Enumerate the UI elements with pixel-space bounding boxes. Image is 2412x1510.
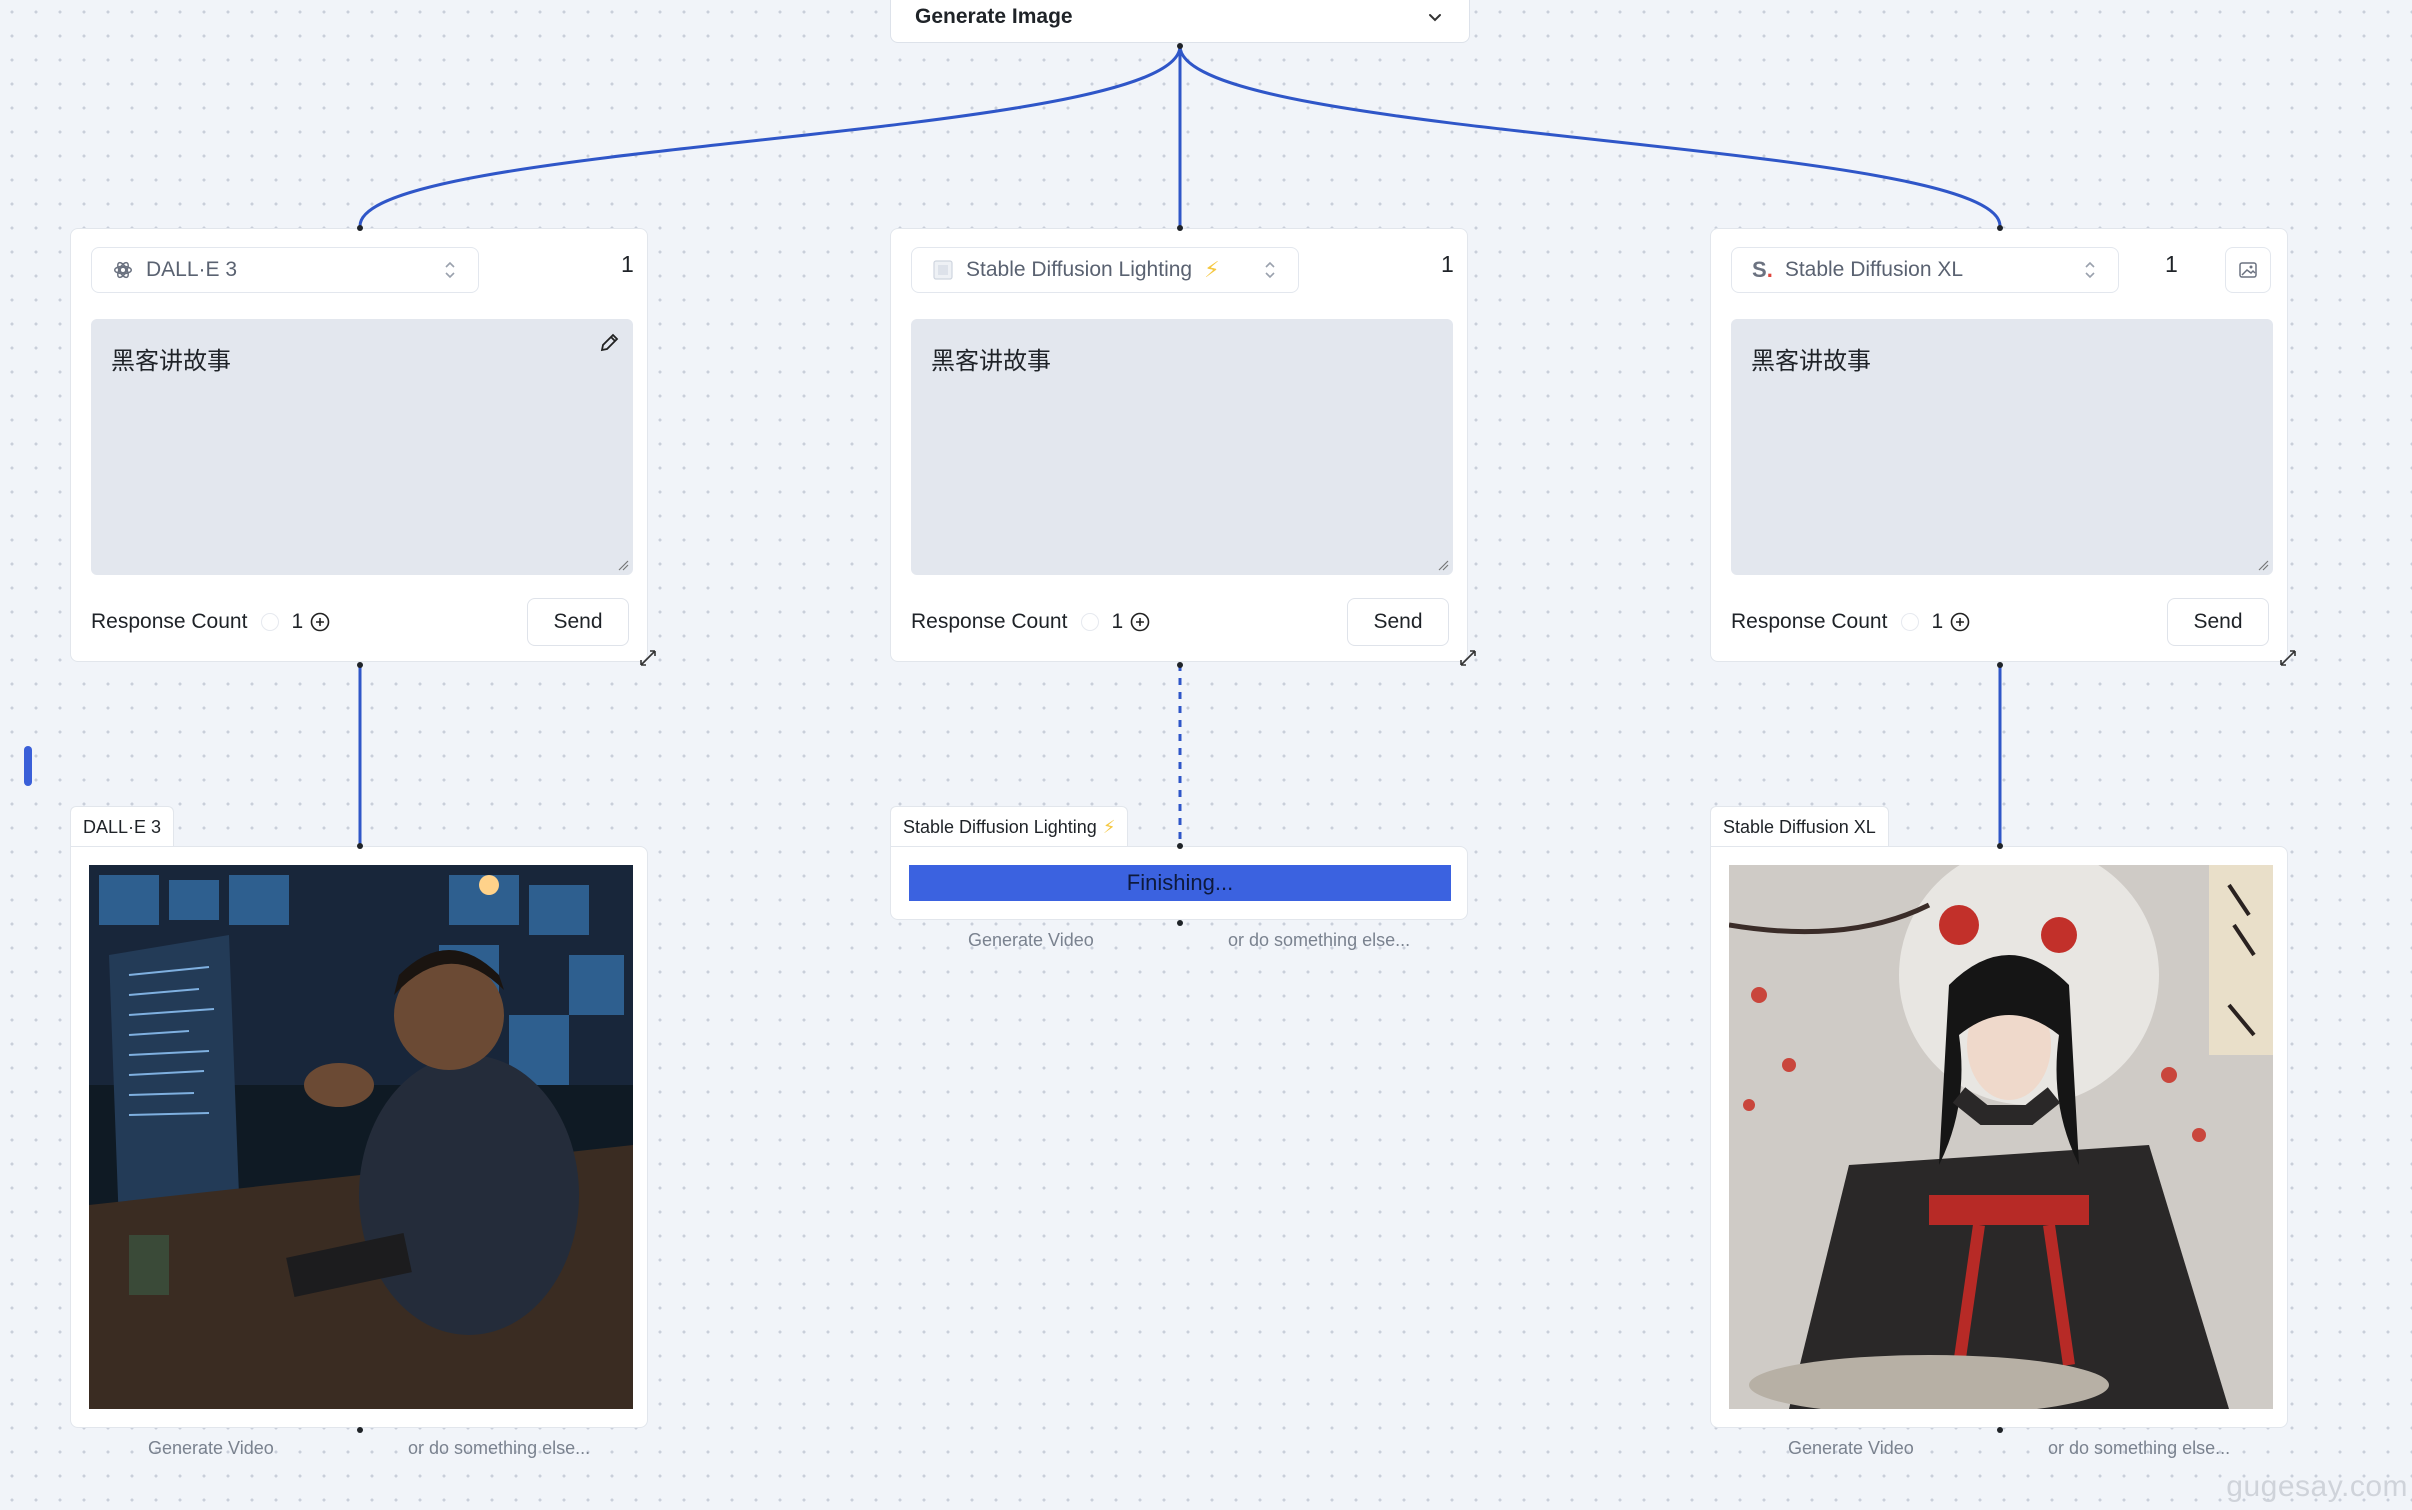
expand-icon[interactable]	[638, 648, 658, 668]
result-model-name: Stable Diffusion XL	[1723, 817, 1876, 837]
lightning-icon: ⚡	[1204, 257, 1220, 282]
stability-icon: S.	[1752, 257, 1773, 282]
response-count-value: 1	[1111, 610, 1124, 633]
generated-image[interactable]	[1729, 865, 2273, 1409]
progress-text: Finishing...	[1126, 870, 1234, 895]
image-placeholder-icon	[933, 260, 953, 280]
minus-toggle[interactable]	[1081, 613, 1100, 631]
plus-circle-icon[interactable]	[1129, 611, 1151, 633]
minus-toggle[interactable]	[261, 613, 280, 631]
result-card-sd-lighting: Finishing...	[890, 846, 1468, 920]
output-handle[interactable]	[357, 662, 363, 668]
input-handle[interactable]	[1177, 843, 1183, 849]
other-action-link[interactable]: or do something else...	[2048, 1438, 2230, 1459]
model-card-dalle: DALL·E 3 1 黑客讲故事 Response Count 1 Send	[70, 228, 648, 662]
generate-video-link[interactable]: Generate Video	[968, 930, 1094, 951]
generate-image-node[interactable]: Generate Image	[890, 0, 1470, 43]
other-action-link[interactable]: or do something else...	[1228, 930, 1410, 951]
generated-image[interactable]	[89, 865, 633, 1409]
plus-circle-icon[interactable]	[1949, 611, 1971, 633]
response-count-label: Response Count	[911, 610, 1068, 633]
output-handle[interactable]	[357, 1427, 363, 1433]
generate-video-link[interactable]: Generate Video	[148, 1438, 274, 1459]
prompt-textarea[interactable]: 黑客讲故事	[91, 319, 633, 575]
send-button[interactable]: Send	[1347, 598, 1449, 646]
prompt-textarea[interactable]: 黑客讲故事	[911, 319, 1453, 575]
model-card-sdxl: S. Stable Diffusion XL 1 黑客讲故事 Response …	[1710, 228, 2288, 662]
send-button[interactable]: Send	[2167, 598, 2269, 646]
resize-grip-icon[interactable]	[617, 559, 629, 571]
input-handle[interactable]	[357, 843, 363, 849]
chevron-updown-icon	[445, 261, 455, 279]
model-select[interactable]: Stable Diffusion Lighting ⚡	[911, 247, 1299, 293]
output-handle[interactable]	[1177, 43, 1183, 49]
plus-circle-icon[interactable]	[309, 611, 331, 633]
progress-bar: Finishing...	[909, 865, 1451, 901]
output-handle[interactable]	[1997, 662, 2003, 668]
input-handle[interactable]	[1177, 225, 1183, 231]
result-card-dalle	[70, 846, 648, 1428]
response-count-row: Response Count 1 Send	[911, 597, 1449, 647]
input-handle[interactable]	[1997, 225, 2003, 231]
response-count-label: Response Count	[91, 610, 248, 633]
generate-video-link[interactable]: Generate Video	[1788, 1438, 1914, 1459]
response-count-value: 1	[291, 610, 304, 633]
chevron-updown-icon	[2085, 261, 2095, 279]
sidebar-toggle-handle[interactable]	[24, 746, 32, 786]
prompt-textarea[interactable]: 黑客讲故事	[1731, 319, 2273, 575]
lightning-icon: ⚡	[1102, 817, 1116, 837]
node-title: Generate Image	[915, 4, 1073, 28]
chevron-down-icon[interactable]	[1425, 7, 1445, 27]
prompt-text: 黑客讲故事	[931, 347, 1051, 375]
image-icon	[2239, 262, 2257, 278]
model-name: Stable Diffusion Lighting	[966, 258, 1193, 281]
resize-grip-icon[interactable]	[1437, 559, 1449, 571]
other-action-link[interactable]: or do something else...	[408, 1438, 590, 1459]
result-tab-label: Stable Diffusion XL	[1710, 806, 1889, 848]
model-card-sd-lighting: Stable Diffusion Lighting ⚡ 1 黑客讲故事 Resp…	[890, 228, 1468, 662]
input-handle[interactable]	[1997, 843, 2003, 849]
prompt-text: 黑客讲故事	[111, 347, 231, 375]
model-select[interactable]: DALL·E 3	[91, 247, 479, 293]
chevron-updown-icon	[1265, 261, 1275, 279]
input-handle[interactable]	[357, 225, 363, 231]
openai-icon	[114, 261, 132, 279]
image-count[interactable]: 1	[1441, 251, 1454, 278]
output-handle[interactable]	[1177, 920, 1183, 926]
output-handle[interactable]	[1177, 662, 1183, 668]
response-count-value: 1	[1931, 610, 1944, 633]
model-select[interactable]: S. Stable Diffusion XL	[1731, 247, 2119, 293]
response-count-label: Response Count	[1731, 610, 1888, 633]
watermark: gugesay.com	[2226, 1470, 2408, 1503]
expand-icon[interactable]	[1458, 648, 1478, 668]
expand-icon[interactable]	[2278, 648, 2298, 668]
image-count[interactable]: 1	[621, 251, 634, 278]
result-model-name: Stable Diffusion Lighting	[903, 817, 1097, 837]
result-tab-label: Stable Diffusion Lighting ⚡	[890, 806, 1129, 848]
response-count-row: Response Count 1 Send	[1731, 597, 2269, 647]
minus-toggle[interactable]	[1901, 613, 1920, 631]
model-name: DALL·E 3	[146, 258, 238, 281]
model-name: Stable Diffusion XL	[1784, 258, 1964, 281]
pencil-icon[interactable]	[597, 331, 621, 355]
result-tab-label: DALL·E 3	[70, 806, 175, 848]
response-count-row: Response Count 1 Send	[91, 597, 629, 647]
send-button[interactable]: Send	[527, 598, 629, 646]
image-count[interactable]: 1	[2165, 251, 2178, 278]
prompt-text: 黑客讲故事	[1751, 347, 1871, 375]
result-card-sdxl	[1710, 846, 2288, 1428]
output-handle[interactable]	[1997, 1427, 2003, 1433]
result-model-name: DALL·E 3	[83, 817, 162, 837]
resize-grip-icon[interactable]	[2257, 559, 2269, 571]
image-upload-button[interactable]	[2225, 247, 2271, 293]
